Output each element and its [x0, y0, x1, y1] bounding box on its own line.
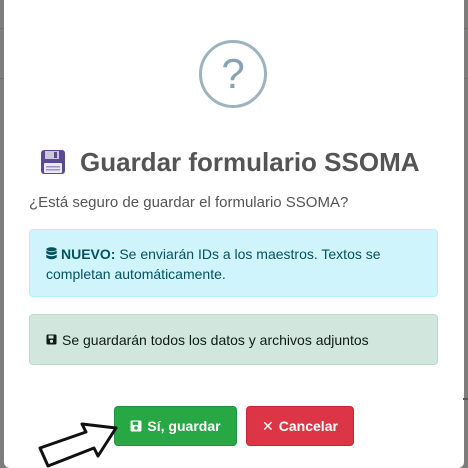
question-mark-icon: ?: [199, 40, 267, 108]
confirmation-question: ¿Está seguro de guardar el formulario SS…: [29, 194, 349, 211]
close-icon: ✕: [262, 417, 274, 434]
background-divider: [464, 78, 468, 79]
success-alert-text: Se guardarán todos los datos y archivos …: [62, 331, 369, 348]
cancel-button[interactable]: ✕ Cancelar: [246, 406, 354, 446]
question-mark-glyph: ?: [221, 50, 245, 97]
background-divider: [464, 28, 468, 29]
save-icon: [130, 420, 142, 432]
floppy-disk-icon: [41, 150, 65, 174]
confirm-save-button[interactable]: Sí, guardar: [114, 406, 237, 446]
hand-drawn-arrow-pointer-icon: [38, 422, 118, 468]
info-alert: NUEVO: Se enviarán IDs a los maestros. T…: [29, 229, 438, 297]
save-icon: [46, 334, 57, 345]
dialog-title: Guardar formulario SSOMA: [34, 142, 454, 182]
dialog-title-text: Guardar formulario SSOMA: [80, 146, 420, 177]
info-alert-label: NUEVO:: [61, 246, 116, 262]
cancel-label: Cancelar: [278, 418, 338, 434]
database-icon: [46, 247, 57, 260]
success-alert: Se guardarán todos los datos y archivos …: [29, 314, 438, 365]
background-fragment: [463, 398, 468, 400]
confirm-save-dialog: ? Guardar formulario SSOMA ¿Está seguro …: [4, 0, 464, 468]
confirm-save-label: Sí, guardar: [147, 418, 221, 434]
